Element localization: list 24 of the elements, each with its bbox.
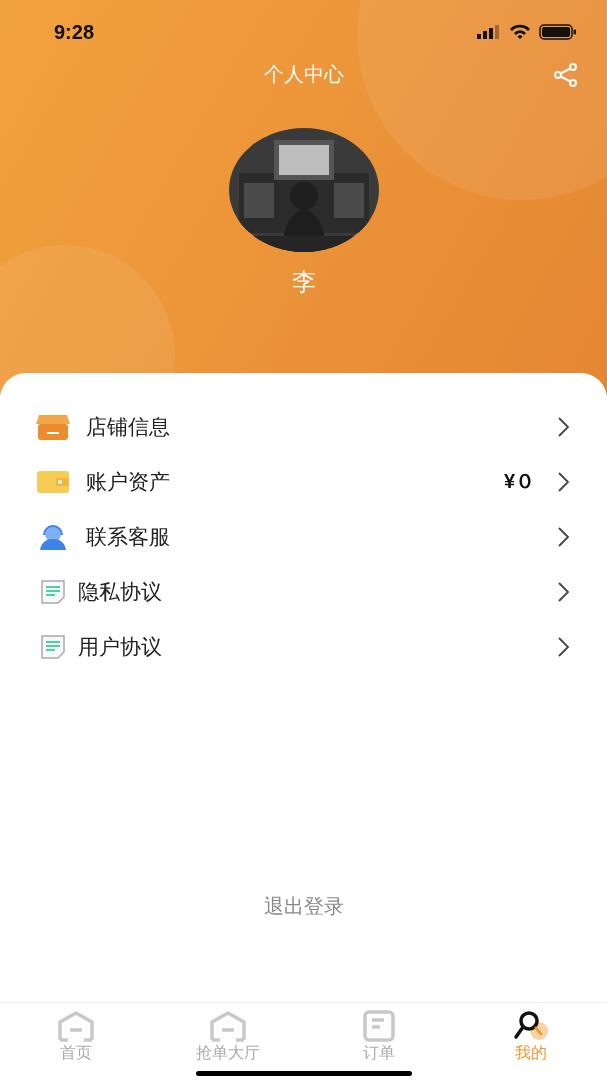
status-time: 9:28 [54,20,95,44]
document-icon [40,633,66,660]
logout-button[interactable]: 退出登录 [263,893,344,920]
menu-item-label[interactable]: 联系客服 [86,522,557,551]
chevron-right-icon[interactable] [557,580,571,603]
person-search-icon [512,1010,551,1042]
store-icon [36,412,70,441]
wifi-icon [509,24,531,40]
chevron-right-icon[interactable] [557,470,571,493]
battery-icon [539,24,577,40]
user-name: 李 [290,267,317,298]
page-title: 个人中心 [263,60,344,88]
chevron-right-icon[interactable] [557,415,571,438]
home-icon [208,1010,247,1042]
menu-item-label[interactable]: 隐私协议 [78,577,557,606]
menu-item-label[interactable]: 账户资产 [86,467,504,496]
chevron-right-icon[interactable] [557,525,571,548]
menu-item-label[interactable]: 用户协议 [78,632,557,661]
menu-item-label[interactable]: 店铺信息 [86,412,557,441]
balance-value: ¥０ [503,469,535,494]
home-icon [56,1010,95,1042]
signal-icon [477,25,501,39]
document-icon [40,578,66,605]
chevron-right-icon[interactable] [557,635,571,658]
